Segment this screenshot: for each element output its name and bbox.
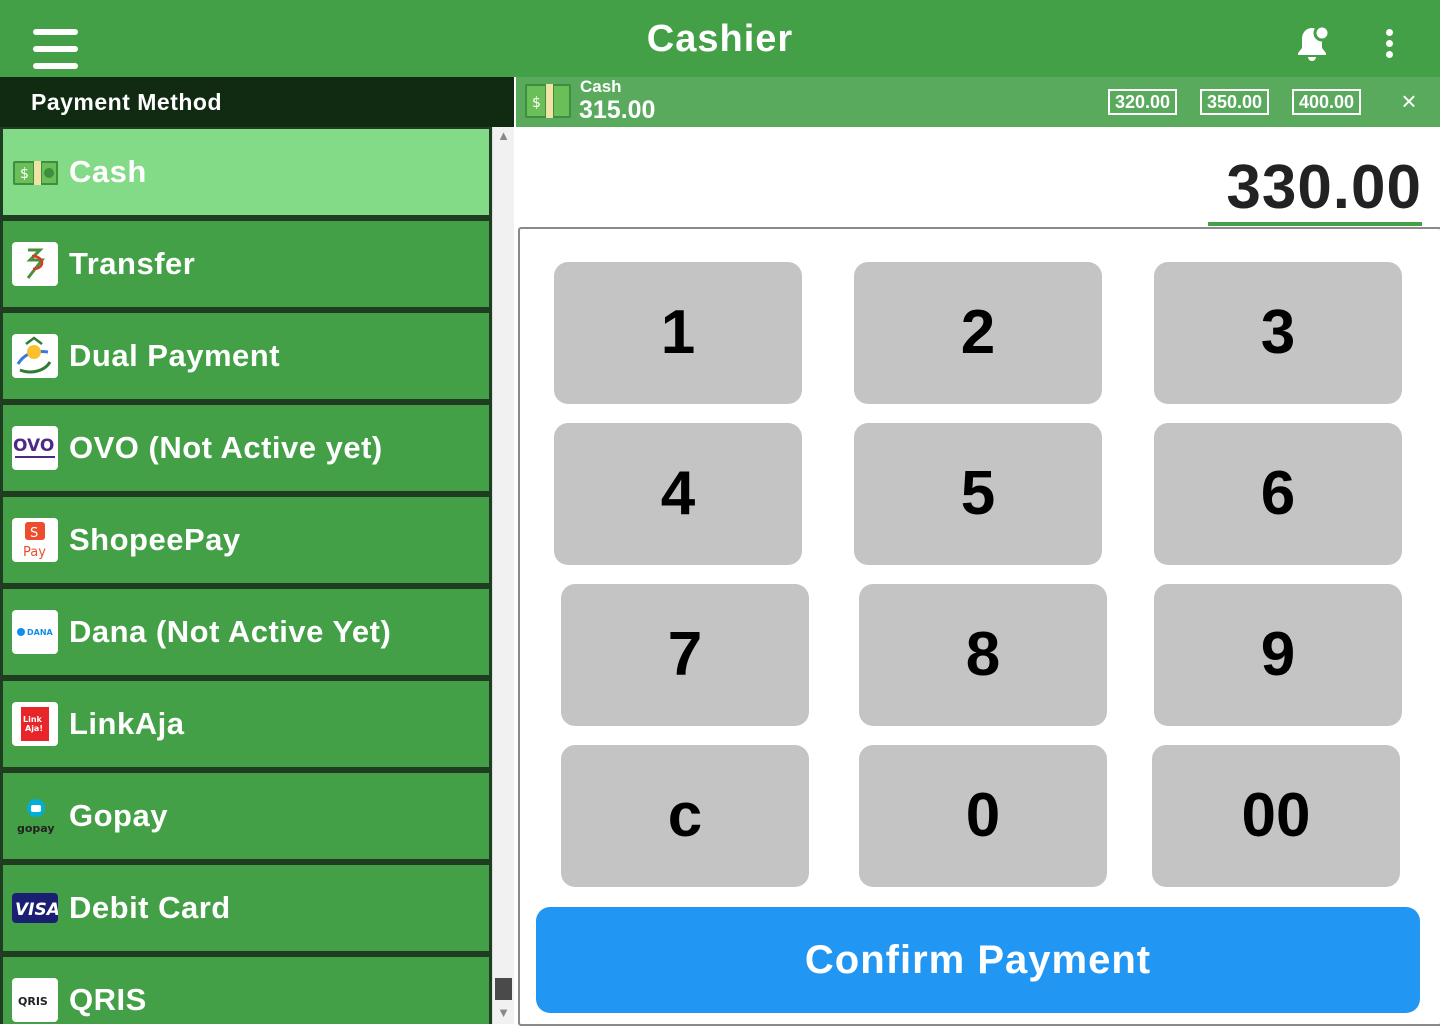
payment-item-dana[interactable]: DANA Dana (Not Active Yet): [3, 589, 489, 675]
key-00[interactable]: 00: [1152, 745, 1400, 887]
dana-icon: DANA: [12, 610, 58, 654]
svg-text:Link: Link: [23, 715, 43, 724]
payment-item-dual-payment[interactable]: Dual Payment: [3, 313, 489, 399]
payment-item-label: Dual Payment: [69, 338, 281, 373]
svg-text:DANA: DANA: [27, 628, 54, 637]
svg-text:S: S: [30, 526, 38, 541]
payment-item-linkaja[interactable]: Link Aja! LinkAja: [3, 681, 489, 767]
payment-item-label: OVO (Not Active yet): [69, 430, 383, 465]
key-1[interactable]: 1: [554, 262, 802, 404]
gopay-icon: gopay: [12, 794, 58, 838]
svg-text:VISA: VISA: [15, 900, 58, 920]
key-6[interactable]: 6: [1154, 423, 1402, 565]
close-icon[interactable]: ×: [1394, 86, 1424, 116]
svg-text:$: $: [532, 95, 541, 111]
ovo-icon: OVO: [12, 426, 58, 470]
page-title: Cashier: [646, 18, 794, 60]
key-4[interactable]: 4: [554, 423, 802, 565]
amount-due: 315.00: [579, 96, 656, 124]
payment-item-debit-card[interactable]: VISA Debit Card: [3, 865, 489, 951]
payment-item-gopay[interactable]: gopay Gopay: [3, 773, 489, 859]
quick-amount-button[interactable]: 320.00: [1108, 89, 1178, 115]
svg-text:Aja!: Aja!: [25, 724, 43, 733]
payment-method-header: Payment Method: [0, 77, 514, 127]
payment-item-qris[interactable]: QRIS QRIS: [3, 957, 489, 1024]
payment-item-shopeepay[interactable]: S Pay ShopeePay: [3, 497, 489, 583]
scroll-thumb[interactable]: [495, 978, 512, 1000]
payment-item-ovo[interactable]: OVO OVO (Not Active yet): [3, 405, 489, 491]
payment-item-label: ShopeePay: [69, 522, 241, 557]
visa-icon: VISA: [12, 893, 58, 923]
payment-item-label: Gopay: [69, 798, 168, 833]
payment-item-label: Dana (Not Active Yet): [69, 614, 392, 649]
amount-input-value[interactable]: 330.00: [1226, 152, 1422, 223]
shopeepay-icon: S Pay: [12, 518, 58, 562]
svg-text:gopay: gopay: [17, 822, 55, 835]
key-2[interactable]: 2: [854, 262, 1102, 404]
selected-method-bar: $ Cash 315.00 320.00 350.00 400.00 ×: [516, 77, 1440, 127]
payment-item-label: Debit Card: [69, 890, 231, 925]
selected-method-label: Cash: [580, 77, 622, 96]
payment-item-label: QRIS: [69, 982, 147, 1017]
payment-item-label: Cash: [69, 154, 147, 189]
notification-bell-icon[interactable]: [1294, 22, 1334, 64]
payment-list-scrollbar[interactable]: ▲ ▼: [492, 127, 514, 1024]
svg-text:QRIS: QRIS: [18, 995, 48, 1008]
cash-icon: $: [525, 84, 571, 118]
key-5[interactable]: 5: [854, 423, 1102, 565]
cash-icon: $: [12, 150, 58, 194]
payment-item-cash[interactable]: $ Cash: [3, 129, 489, 215]
key-3[interactable]: 3: [1154, 262, 1402, 404]
amount-input-underline: [1208, 222, 1422, 226]
svg-text:$: $: [20, 166, 29, 182]
quick-amount-button[interactable]: 350.00: [1200, 89, 1270, 115]
key-8[interactable]: 8: [859, 584, 1107, 726]
scroll-up-arrow-icon[interactable]: ▲: [493, 127, 514, 145]
quick-amount-button[interactable]: 400.00: [1292, 89, 1362, 115]
key-clear[interactable]: c: [561, 745, 809, 887]
amount-input-area[interactable]: 330.00: [516, 128, 1440, 226]
scroll-down-arrow-icon[interactable]: ▼: [493, 1004, 514, 1022]
payment-item-label: Transfer: [69, 246, 196, 281]
payment-item-label: LinkAja: [69, 706, 185, 741]
key-7[interactable]: 7: [561, 584, 809, 726]
key-0[interactable]: 0: [859, 745, 1107, 887]
qris-icon: QRIS: [12, 978, 58, 1022]
svg-text:Pay: Pay: [23, 545, 46, 560]
app-bar: Cashier: [0, 0, 1440, 77]
payment-item-transfer[interactable]: Transfer: [3, 221, 489, 307]
more-vert-icon[interactable]: [1376, 26, 1404, 60]
transfer-icon: [12, 242, 58, 286]
dual-payment-icon: [12, 334, 58, 378]
key-9[interactable]: 9: [1154, 584, 1402, 726]
confirm-payment-button[interactable]: Confirm Payment: [536, 907, 1420, 1013]
svg-text:OVO: OVO: [13, 436, 54, 456]
payment-method-list: $ Cash Transfer Dual Payment OVO OVO (No…: [0, 127, 492, 1024]
linkaja-icon: Link Aja!: [12, 702, 58, 746]
